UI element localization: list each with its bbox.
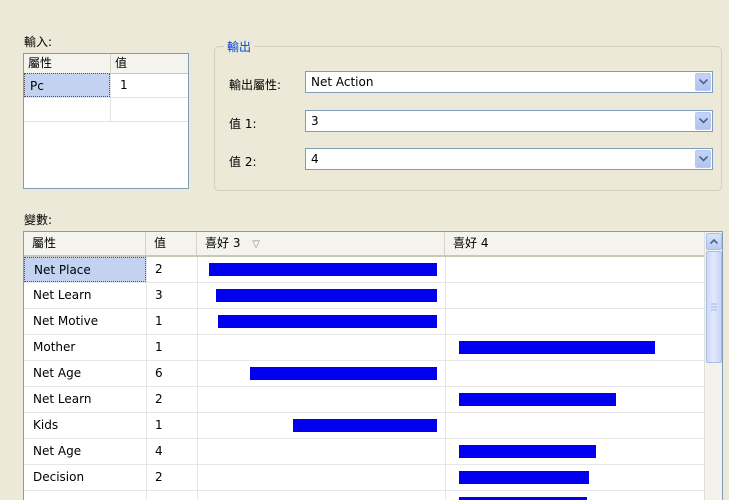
variable-attribute[interactable]: Net Motive bbox=[24, 309, 146, 334]
table-row[interactable]: Mother 1 bbox=[24, 335, 704, 361]
favors-4-bar bbox=[459, 341, 655, 354]
value2-dropdown[interactable]: 4 bbox=[305, 148, 713, 170]
input-grid-header: 屬性 值 bbox=[24, 54, 188, 74]
variable-attribute[interactable]: Net Age bbox=[24, 439, 146, 464]
variable-attribute[interactable]: Net Age bbox=[24, 361, 146, 386]
variable-attribute[interactable]: Net Place bbox=[24, 257, 146, 282]
chevron-down-icon[interactable] bbox=[695, 73, 711, 91]
favors-3-bar bbox=[209, 263, 437, 276]
input-row[interactable]: Pc 1 bbox=[24, 73, 188, 98]
table-row[interactable]: Net Place 2 bbox=[24, 257, 704, 283]
variable-value[interactable]: 2 bbox=[147, 465, 197, 490]
table-row[interactable]: Net Motive 1 bbox=[24, 309, 704, 335]
value2-value: 4 bbox=[311, 152, 319, 166]
scroll-up-button[interactable] bbox=[706, 233, 722, 250]
column-header-value[interactable]: 值 bbox=[111, 54, 188, 73]
table-row[interactable]: Decision 2 bbox=[24, 465, 704, 491]
variable-value[interactable]: 2 bbox=[147, 257, 197, 282]
favors-4-bar bbox=[459, 445, 596, 458]
column-header-value[interactable]: 值 bbox=[146, 232, 197, 255]
column-header-attribute[interactable]: 屬性 bbox=[24, 232, 146, 255]
variable-value[interactable]: 4 bbox=[147, 439, 197, 464]
favors-4-bar bbox=[459, 393, 616, 406]
variable-value[interactable]: 3 bbox=[147, 283, 197, 308]
table-row[interactable]: Kids 1 bbox=[24, 413, 704, 439]
variable-attribute[interactable]: Net Learn bbox=[24, 283, 146, 308]
variable-value[interactable] bbox=[147, 491, 197, 500]
column-header-favors-3[interactable]: 喜好 3 ▽ bbox=[197, 232, 445, 255]
input-cell-attribute[interactable]: Pc bbox=[24, 73, 110, 97]
table-row[interactable]: Net Learn 2 bbox=[24, 387, 704, 413]
scroll-thumb[interactable] bbox=[706, 251, 722, 363]
column-header-attribute[interactable]: 屬性 bbox=[24, 54, 111, 73]
variable-value[interactable]: 1 bbox=[147, 309, 197, 334]
variable-value[interactable]: 6 bbox=[147, 361, 197, 386]
input-row-empty[interactable] bbox=[24, 97, 188, 122]
table-row[interactable]: Net Learn 3 bbox=[24, 283, 704, 309]
value1-label: 值 1: bbox=[229, 117, 257, 131]
variable-attribute[interactable]: Net Learn bbox=[24, 387, 146, 412]
variables-label: 變數: bbox=[24, 213, 53, 227]
input-label: 輸入: bbox=[24, 35, 53, 49]
chevron-up-icon bbox=[710, 239, 718, 244]
output-attribute-value: Net Action bbox=[311, 75, 374, 89]
table-row[interactable]: Net Age 6 bbox=[24, 361, 704, 387]
variable-attribute[interactable]: Mother bbox=[24, 335, 146, 360]
column-header-favors-3-label: 喜好 3 bbox=[205, 236, 241, 250]
variable-value[interactable]: 1 bbox=[147, 413, 197, 438]
value2-label: 值 2: bbox=[229, 155, 257, 169]
variables-grid[interactable]: 屬性 值 喜好 3 ▽ 喜好 4 Net Place 2 Net Learn 3 Net… bbox=[23, 231, 723, 500]
chevron-down-icon[interactable] bbox=[695, 112, 711, 130]
favors-3-bar bbox=[216, 289, 437, 302]
favors-4-bar bbox=[459, 471, 589, 484]
value1-dropdown[interactable]: 3 bbox=[305, 110, 713, 132]
column-header-favors-4[interactable]: 喜好 4 bbox=[445, 232, 704, 255]
variable-attribute[interactable]: Kids bbox=[24, 413, 146, 438]
favors-3-bar bbox=[250, 367, 437, 380]
variables-grid-header: 屬性 值 喜好 3 ▽ 喜好 4 bbox=[24, 232, 704, 257]
favors-3-bar bbox=[293, 419, 437, 432]
table-row[interactable]: Net Age 4 bbox=[24, 439, 704, 465]
variable-attribute[interactable]: Decision bbox=[24, 465, 146, 490]
input-grid[interactable]: 屬性 值 Pc 1 bbox=[23, 53, 189, 189]
input-cell-value[interactable]: 1 bbox=[111, 73, 188, 97]
value1-value: 3 bbox=[311, 114, 319, 128]
variable-value[interactable]: 1 bbox=[147, 335, 197, 360]
output-attribute-dropdown[interactable]: Net Action bbox=[305, 71, 713, 93]
sort-descending-icon: ▽ bbox=[252, 239, 260, 250]
output-attribute-label: 輸出屬性: bbox=[229, 78, 282, 92]
variable-value[interactable]: 2 bbox=[147, 387, 197, 412]
favors-3-bar bbox=[218, 315, 437, 328]
chevron-down-icon[interactable] bbox=[695, 150, 711, 168]
vertical-scrollbar[interactable] bbox=[704, 232, 722, 500]
table-row[interactable] bbox=[24, 491, 704, 500]
variable-attribute[interactable] bbox=[24, 491, 146, 500]
output-group-title: 輸出 bbox=[224, 38, 255, 55]
